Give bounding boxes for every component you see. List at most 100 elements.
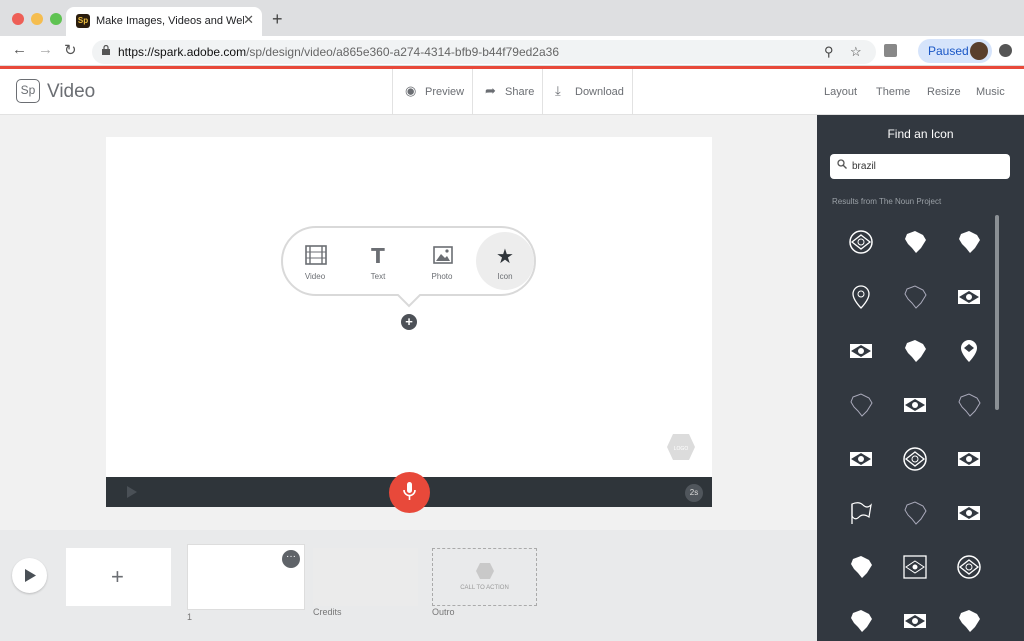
url-path: /sp/design/video/a865e360-a274-4314-bfb9… [246,45,560,59]
paused-label: Paused [928,44,969,58]
credits-label: Credits [313,607,342,617]
add-content-button[interactable]: + [401,314,417,330]
panel-title: Find an Icon [887,127,954,141]
url-text: https://spark.adobe.com/sp/design/video/… [118,45,559,59]
brazil-map-icon[interactable] [955,607,983,635]
picker-video-label: Video [304,272,326,281]
lock-icon [102,45,110,55]
call-to-action-label: CALL TO ACTION [460,585,509,591]
brazil-flag-circle-icon[interactable] [847,228,875,256]
slide-duration[interactable]: 2s [685,484,703,502]
play-slide-icon[interactable] [126,485,138,499]
picker-icon-label: Icon [497,272,513,281]
profile-paused-button[interactable]: Paused [918,39,992,63]
add-slide-button[interactable]: + [66,548,171,606]
brazil-flag-icon[interactable] [955,499,983,527]
play-icon [25,569,36,582]
back-button[interactable]: ← [12,41,27,58]
brazil-outline-icon[interactable] [955,391,983,419]
brazil-outline-icon[interactable] [901,499,929,527]
browser-tab[interactable]: Sp Make Images, Videos and Web ✕ [66,7,262,36]
logo-placeholder[interactable]: LOGO [666,433,696,461]
maximize-window-button[interactable] [50,13,62,25]
picker-icon[interactable]: ★ Icon [476,232,534,290]
picker-photo[interactable]: Photo [411,228,473,294]
brazil-map-icon[interactable] [955,228,983,256]
share-button[interactable]: ➦ Share [472,69,542,115]
icon-search-input[interactable] [852,158,1002,174]
browser-toolbar: ← → ↻ https://spark.adobe.com/sp/design/… [0,36,1024,66]
close-tab-icon[interactable]: ✕ [243,12,254,28]
bookmark-star-icon[interactable]: ☆ [850,44,862,60]
brazil-flag-icon[interactable] [901,607,929,635]
facebook-extension-icon[interactable] [884,44,897,57]
credits-thumbnail[interactable] [313,548,418,606]
slide-options-icon[interactable]: ··· [282,550,300,568]
preview-button[interactable]: ◉ Preview [392,69,472,115]
brazil-flag-circle-icon[interactable] [901,445,929,473]
brazil-flag-framed-icon[interactable] [901,553,929,581]
text-t-icon: T [371,244,385,268]
spark-logo-icon: Sp [16,79,40,103]
content-type-picker: Video T Text Photo ★ Icon [281,226,536,296]
slide-number: 1 [187,612,193,622]
reload-button[interactable]: ↻ [64,41,77,59]
brazil-flag-icon[interactable] [901,391,929,419]
film-icon [305,245,327,265]
icon-search-box[interactable] [830,154,1010,179]
star-icon: ★ [496,246,514,268]
brazil-flag-icon[interactable] [955,283,983,311]
play-video-button[interactable] [12,558,47,593]
music-link[interactable]: Music [976,86,1005,98]
brazil-map-icon[interactable] [901,228,929,256]
app-header: Sp Video ◉ Preview ➦ Share ⤓ Download La… [0,69,1024,115]
app-name: Video [47,81,96,102]
layout-link[interactable]: Layout [824,86,857,98]
outro-thumbnail[interactable]: CALL TO ACTION [432,548,537,606]
panel-scrollbar[interactable] [995,215,999,410]
slide-thumbnail-1[interactable]: ··· [187,544,305,610]
zoom-search-icon[interactable]: ⚲ [824,44,834,60]
minimize-window-button[interactable] [31,13,43,25]
map-pin-icon[interactable] [847,283,875,311]
outro-label: Outro [432,607,455,617]
picker-photo-label: Photo [431,272,453,281]
brazil-outline-icon[interactable] [901,283,929,311]
resize-link[interactable]: Resize [927,86,961,98]
brazil-pin-icon[interactable] [955,337,983,365]
waving-flag-icon[interactable] [847,499,875,527]
brazil-flag-icon[interactable] [847,337,875,365]
theme-link[interactable]: Theme [876,86,910,98]
spark-favicon-icon: Sp [76,14,90,28]
brazil-map-icon[interactable] [901,337,929,365]
brazil-flag-icon[interactable] [847,445,875,473]
picker-text-label: Text [370,272,386,281]
close-window-button[interactable] [12,13,24,25]
forward-button[interactable]: → [38,41,53,58]
extension-icon[interactable] [999,44,1012,57]
picker-text[interactable]: T Text [347,228,409,294]
share-label: Share [505,86,535,98]
icon-search-panel: Find an Icon Results from The Noun Proje… [817,115,1024,641]
brazil-map-icon[interactable] [847,553,875,581]
brazil-flag-icon[interactable] [955,445,983,473]
download-label: Download [575,86,624,98]
brazil-flag-circle-icon[interactable] [955,553,983,581]
download-button[interactable]: ⤓ Download [542,69,633,115]
address-bar[interactable]: https://spark.adobe.com/sp/design/video/… [92,40,876,64]
url-host: https://spark.adobe.com [118,45,247,59]
avatar [970,42,988,60]
plus-icon: + [111,564,124,589]
preview-label: Preview [425,86,465,98]
brazil-map-icon[interactable] [847,607,875,635]
search-icon [837,159,847,169]
tab-title: Make Images, Videos and Web [96,15,244,27]
microphone-icon [403,482,416,500]
new-tab-button[interactable]: + [272,9,283,30]
brazil-outline-icon[interactable] [847,391,875,419]
results-source-label: Results from The Noun Project [832,197,942,206]
picker-video[interactable]: Video [284,228,346,294]
share-arrow-icon: ➦ [485,83,496,98]
record-voice-button[interactable] [389,472,430,513]
photo-icon [433,246,453,264]
